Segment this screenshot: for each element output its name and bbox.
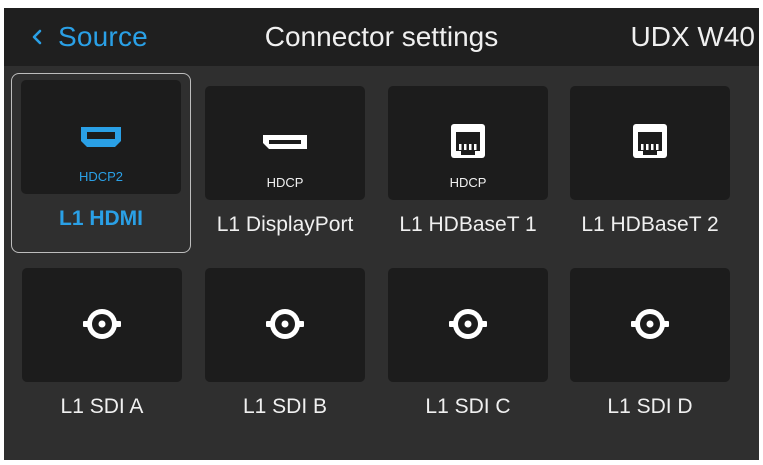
hdmi-icon [73, 116, 129, 156]
hdcp-badge: HDCP [266, 175, 304, 190]
connector-label: L1 HDBaseT 1 [399, 213, 537, 236]
sdi-icon [440, 304, 496, 344]
connector-label: L1 SDI D [607, 395, 693, 418]
sdi-icon [622, 304, 678, 344]
connector-label: L1 HDBaseT 2 [581, 213, 719, 236]
connector-settings-screen: Source Connector settings UDX W40 HDCP2 … [4, 8, 759, 460]
connector-label: L1 HDMI [59, 207, 143, 230]
sdi-icon [74, 304, 130, 344]
hdbaset-icon [440, 122, 496, 162]
connector-label: L1 SDI C [425, 395, 511, 418]
connector-label: L1 SDI B [242, 395, 328, 418]
hdcp-badge: HDCP [449, 175, 487, 190]
hdcp-badge: HDCP2 [78, 169, 124, 184]
connector-label: L1 DisplayPort [216, 213, 354, 236]
sdi-icon [257, 304, 313, 344]
displayport-icon [257, 122, 313, 162]
connector-label: L1 SDI A [60, 395, 144, 418]
hdbaset-icon [622, 122, 678, 162]
device-name: UDX W40 [630, 21, 755, 52]
header-bar: Source Connector settings UDX W40 [4, 8, 759, 66]
